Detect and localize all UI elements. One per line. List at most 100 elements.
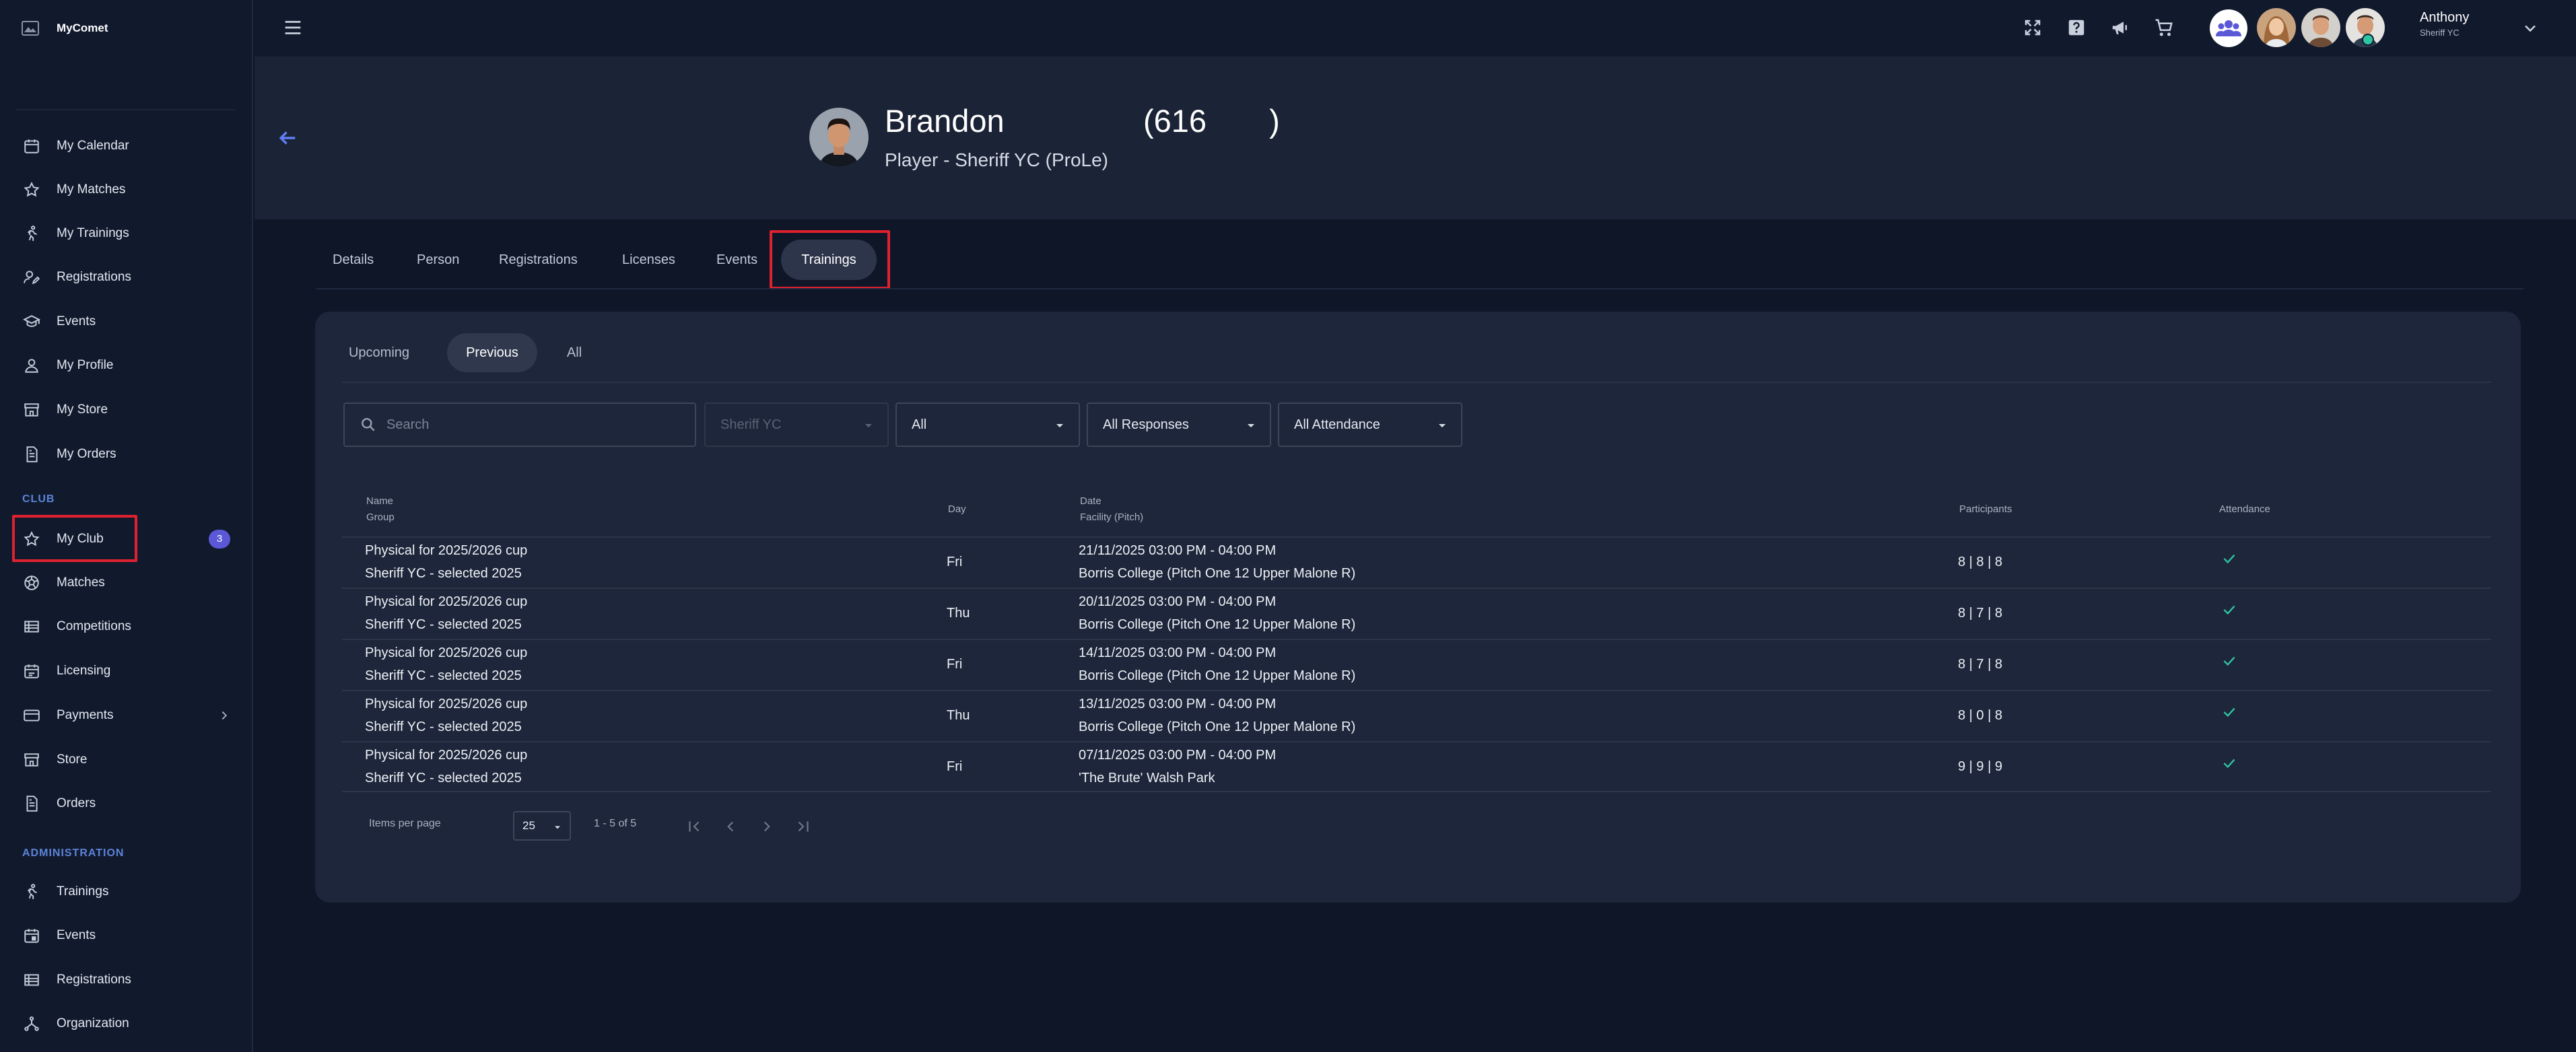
training-participants: 8 | 8 | 8 — [1958, 555, 2002, 569]
sidebar-item-admin-events[interactable]: Events — [12, 917, 232, 954]
help-icon[interactable] — [2066, 17, 2087, 38]
next-page-icon[interactable] — [758, 818, 776, 835]
fullscreen-icon[interactable] — [2023, 17, 2043, 38]
table-row[interactable]: Physical for 2025/2026 cup Sheriff YC - … — [342, 690, 2491, 741]
sidebar-item-my-store[interactable]: My Store — [12, 392, 232, 428]
sidebar-item-label: My Matches — [57, 182, 126, 197]
first-page-icon[interactable] — [685, 818, 703, 835]
sidebar-item-my-trainings[interactable]: My Trainings — [12, 215, 232, 252]
team-avatar[interactable] — [2210, 9, 2247, 47]
column-header-date[interactable]: Date — [1080, 493, 1101, 510]
sidebar-item-organization[interactable]: Organization — [12, 1006, 232, 1042]
hamburger-menu-icon[interactable] — [281, 16, 304, 39]
column-header-participants[interactable]: Participants — [1959, 501, 2012, 518]
tab-person[interactable]: Person — [417, 240, 459, 280]
person-icon — [22, 355, 42, 376]
club-select: Sheriff YC — [704, 402, 889, 447]
sidebar-item-label: My Calendar — [57, 139, 129, 153]
subtab-previous[interactable]: Previous — [447, 333, 537, 372]
logo-icon — [22, 21, 39, 36]
training-facility: Borris College (Pitch One 12 Upper Malon… — [1079, 720, 1356, 734]
caret-down-icon — [865, 424, 872, 427]
player-first-name: Brandon — [885, 103, 1005, 139]
tab-licenses[interactable]: Licenses — [622, 240, 675, 280]
app-name: MyComet — [57, 22, 108, 34]
sidebar-item-admin-registrations[interactable]: Registrations — [12, 962, 232, 998]
training-date: 14/11/2025 03:00 PM - 04:00 PM — [1079, 645, 1277, 660]
training-day: Fri — [947, 759, 963, 774]
sidebar-item-label: Registrations — [57, 973, 131, 987]
subtab-upcoming[interactable]: Upcoming — [342, 333, 416, 372]
table-row[interactable]: Physical for 2025/2026 cup Sheriff YC - … — [342, 536, 2491, 588]
man-photo-icon — [2301, 8, 2340, 47]
type-select[interactable]: All — [895, 402, 1080, 447]
responses-select[interactable]: All Responses — [1087, 402, 1271, 447]
player-role: Player - Sheriff YC (ProLe) — [885, 149, 1108, 170]
training-date: 13/11/2025 03:00 PM - 04:00 PM — [1079, 697, 1277, 711]
tab-details[interactable]: Details — [333, 240, 374, 280]
back-arrow-icon[interactable] — [276, 127, 299, 149]
tabs-divider — [316, 288, 2523, 289]
sidebar-item-store[interactable]: Store — [12, 742, 232, 778]
team-group-icon — [2216, 20, 2241, 36]
previous-page-icon[interactable] — [722, 818, 739, 835]
tab-events[interactable]: Events — [716, 240, 757, 280]
store-icon — [22, 750, 42, 770]
graduation-cap-icon — [22, 312, 42, 332]
column-header-attendance[interactable]: Attendance — [2219, 501, 2270, 518]
trainings-card: Upcoming Previous All Sheriff YC All All… — [315, 312, 2521, 903]
chevron-down-icon[interactable] — [2521, 19, 2540, 38]
sidebar-item-events[interactable]: Events — [12, 304, 232, 340]
search-input[interactable] — [386, 417, 656, 433]
column-header-day[interactable]: Day — [948, 501, 966, 518]
sidebar-item-payments[interactable]: Payments — [12, 697, 232, 734]
training-group: Sheriff YC - selected 2025 — [365, 617, 522, 632]
sidebar-item-competitions[interactable]: Competitions — [12, 608, 232, 645]
highlight-box — [770, 230, 890, 289]
sidebar-item-my-matches[interactable]: My Matches — [12, 172, 232, 208]
type-select-value: All — [912, 417, 927, 432]
sidebar-item-label: My Profile — [57, 358, 114, 372]
table-row[interactable]: Physical for 2025/2026 cup Sheriff YC - … — [342, 741, 2491, 792]
column-header-name[interactable]: Name — [366, 493, 393, 510]
brand[interactable]: MyComet — [22, 15, 108, 42]
player-header: Brandon (616 ) Player - Sheriff YC (ProL… — [255, 57, 2576, 219]
chevron-right-icon — [222, 711, 228, 720]
tab-registrations[interactable]: Registrations — [499, 240, 578, 280]
check-icon — [2223, 605, 2235, 615]
sidebar-item-orders[interactable]: Orders — [12, 785, 232, 822]
sidebar-item-admin-trainings[interactable]: Trainings — [12, 874, 232, 910]
receipt-icon — [22, 794, 42, 814]
responses-select-value: All Responses — [1103, 417, 1189, 432]
sidebar-item-licensing[interactable]: Licensing — [12, 653, 232, 689]
page-size-select[interactable]: 25 — [513, 811, 571, 841]
column-header-facility[interactable]: Facility (Pitch) — [1080, 510, 1143, 526]
training-facility: Borris College (Pitch One 12 Upper Malon… — [1079, 617, 1356, 632]
user-name[interactable]: Anthony — [2420, 10, 2469, 26]
page-size-value: 25 — [522, 819, 535, 832]
sidebar-item-my-profile[interactable]: My Profile — [12, 347, 232, 384]
sidebar-item-my-orders[interactable]: My Orders — [12, 436, 232, 472]
star-icon — [22, 180, 42, 200]
caret-down-icon — [1056, 424, 1063, 427]
training-day: Fri — [947, 555, 963, 569]
search-field[interactable] — [343, 402, 696, 447]
sidebar-item-my-calendar[interactable]: My Calendar — [12, 128, 232, 164]
last-page-icon[interactable] — [794, 818, 812, 835]
section-title-administration: ADMINISTRATION — [22, 847, 125, 859]
credit-card-icon — [22, 705, 42, 726]
column-header-group[interactable]: Group — [366, 510, 395, 526]
megaphone-icon[interactable] — [2110, 17, 2130, 38]
user-avatar[interactable] — [2301, 8, 2340, 47]
table-row[interactable]: Physical for 2025/2026 cup Sheriff YC - … — [342, 588, 2491, 639]
attendance-select[interactable]: All Attendance — [1278, 402, 1462, 447]
user-avatar[interactable] — [2257, 8, 2296, 47]
player-id-close: ) — [1269, 103, 1280, 139]
sidebar-item-registrations[interactable]: Registrations — [12, 259, 232, 295]
sidebar-item-matches[interactable]: Matches — [12, 565, 232, 601]
subtab-all[interactable]: All — [551, 333, 598, 372]
table-row[interactable]: Physical for 2025/2026 cup Sheriff YC - … — [342, 639, 2491, 690]
running-icon — [22, 223, 42, 244]
cart-icon[interactable] — [2154, 17, 2174, 38]
training-date: 21/11/2025 03:00 PM - 04:00 PM — [1079, 543, 1277, 558]
